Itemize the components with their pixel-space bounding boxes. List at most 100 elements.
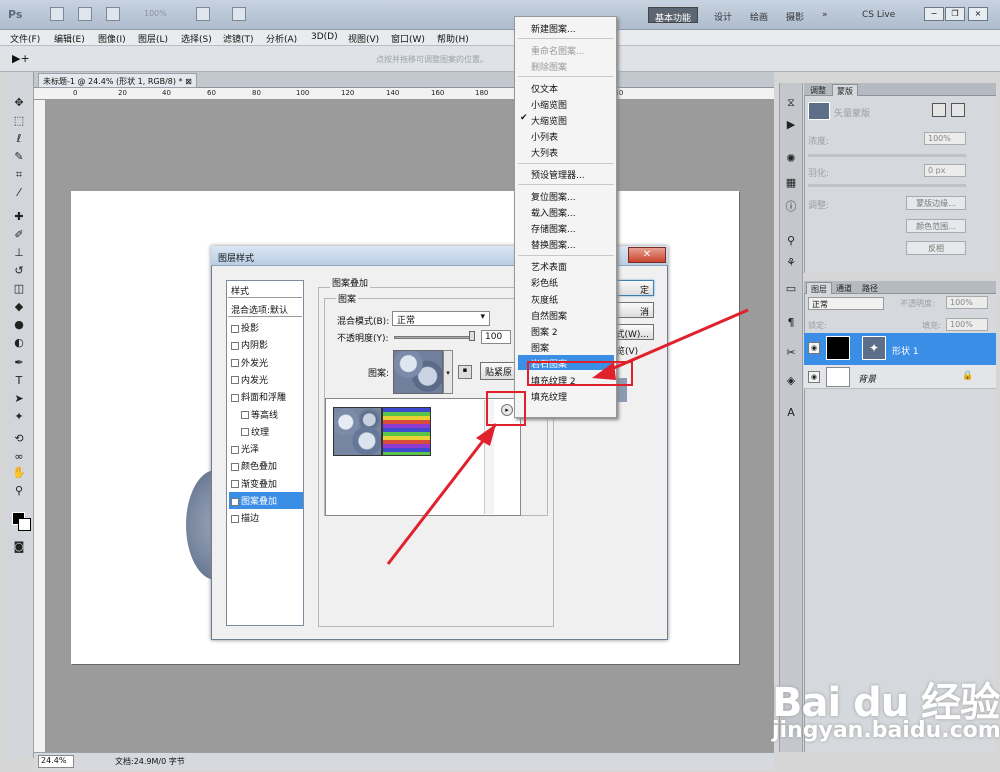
effect-item[interactable]: 内发光 — [229, 371, 303, 388]
close-button[interactable]: × — [968, 7, 988, 21]
tab-adjustments[interactable]: 调整 — [806, 84, 830, 96]
invert-button[interactable]: 反相 — [906, 241, 966, 255]
vector-mask-icon[interactable] — [951, 103, 965, 117]
effect-item[interactable]: 内阴影 — [229, 336, 303, 353]
menu-item[interactable]: 彩色纸 — [518, 274, 614, 289]
lasso-tool-icon[interactable]: ℓ — [10, 132, 28, 146]
menu-select[interactable]: 选择(S) — [181, 32, 212, 45]
tab-layers[interactable]: 图层 — [806, 282, 832, 294]
actions-panel-icon[interactable]: ▶ — [782, 118, 800, 132]
effect-item[interactable]: 渐变叠加 — [229, 475, 303, 492]
effect-checkbox[interactable] — [231, 514, 239, 523]
cs-live-button[interactable]: CS Live — [856, 7, 901, 23]
marquee-tool-icon[interactable]: ⬚ — [10, 114, 28, 128]
effect-checkbox[interactable] — [231, 480, 239, 489]
quick-mask-icon[interactable]: ◙ — [10, 540, 28, 554]
layer-name[interactable]: 背景 — [858, 372, 876, 385]
styles-header[interactable]: 样式 — [228, 282, 302, 298]
layer-fill-thumbnail[interactable] — [826, 336, 850, 360]
screen-mode-icon[interactable] — [232, 7, 246, 21]
menu-item[interactable]: 存储图案... — [518, 220, 614, 235]
menu-item[interactable]: 小缩览图 — [518, 96, 614, 111]
clone-stamp-tool-icon[interactable]: ⊥ — [10, 246, 28, 260]
density-slider[interactable] — [808, 154, 966, 157]
effect-item[interactable]: 等高线 — [229, 406, 303, 423]
swatches-panel-icon[interactable]: ▦ — [782, 176, 800, 190]
paragraph-panel-icon[interactable]: ¶ — [782, 316, 800, 330]
workspace-photography-button[interactable]: 摄影 — [780, 7, 810, 23]
effect-item[interactable]: 描边 — [229, 509, 303, 526]
eraser-tool-icon[interactable]: ◫ — [10, 282, 28, 296]
tab-paths[interactable]: 路径 — [858, 282, 882, 294]
quick-select-tool-icon[interactable]: ✎ — [10, 150, 28, 164]
effect-item[interactable]: 光泽 — [229, 440, 303, 457]
bridge-icon[interactable] — [50, 7, 64, 21]
menu-help[interactable]: 帮助(H) — [437, 32, 469, 45]
healing-brush-tool-icon[interactable]: ✚ — [10, 210, 28, 224]
effect-checkbox[interactable] — [231, 324, 239, 333]
effect-checkbox[interactable] — [231, 359, 239, 368]
tab-channels[interactable]: 通道 — [832, 282, 856, 294]
shape-tool-icon[interactable]: ✦ — [10, 410, 28, 424]
brush-panel-icon[interactable]: ⚲ — [782, 234, 800, 248]
zoom-field[interactable]: 24.4% — [38, 755, 74, 768]
visibility-eye-icon[interactable]: ◉ — [808, 342, 820, 354]
menu-filter[interactable]: 滤镜(T) — [223, 32, 254, 45]
menu-item[interactable]: ✔ 大缩览图 — [518, 112, 614, 127]
path-selection-tool-icon[interactable]: ➤ — [10, 392, 28, 406]
workspace-painting-button[interactable]: 绘画 — [744, 7, 774, 23]
pixel-mask-icon[interactable] — [932, 103, 946, 117]
menu-image[interactable]: 图像(I) — [98, 32, 126, 45]
menu-item[interactable]: 大列表 — [518, 144, 614, 159]
3d-panel-icon[interactable]: ▭ — [782, 282, 800, 296]
effect-checkbox[interactable] — [231, 341, 239, 350]
effect-checkbox[interactable] — [231, 376, 239, 385]
paint-bucket-tool-icon[interactable]: ◆ — [10, 300, 28, 314]
mini-bridge-icon[interactable] — [78, 7, 92, 21]
dialog-close-button[interactable]: ✕ — [628, 247, 666, 263]
layer-blend-mode-select[interactable]: 正常 — [808, 297, 884, 310]
arrange-documents-icon[interactable] — [196, 7, 210, 21]
dodge-tool-icon[interactable]: ◐ — [10, 336, 28, 350]
density-field[interactable]: 100% — [924, 132, 966, 145]
effect-checkbox[interactable] — [231, 462, 239, 471]
menu-edit[interactable]: 编辑(E) — [54, 32, 85, 45]
vector-mask-thumbnail[interactable]: ✦ — [862, 336, 886, 360]
brush-tool-icon[interactable]: ✐ — [10, 228, 28, 242]
menu-item[interactable]: 小列表 — [518, 128, 614, 143]
zoom-tool-icon[interactable]: ⚲ — [10, 484, 28, 498]
effect-checkbox[interactable] — [241, 411, 249, 419]
menu-item[interactable]: 仅文本 — [518, 80, 614, 95]
workspace-design-button[interactable]: 设计 — [708, 7, 738, 23]
layer-name[interactable]: 形状 1 — [892, 344, 919, 357]
mask-edge-button[interactable]: 蒙版边缘... — [906, 196, 966, 210]
tool-presets-icon[interactable]: ✂ — [782, 346, 800, 360]
eyedropper-tool-icon[interactable]: ⁄ — [10, 186, 28, 200]
menu-item[interactable]: 复位图案... — [518, 188, 614, 203]
menu-item[interactable]: 载入图案... — [518, 204, 614, 219]
effect-item[interactable]: 斜面和浮雕 — [229, 388, 303, 405]
info-panel-icon[interactable]: ⓘ — [782, 200, 800, 214]
effect-item[interactable]: 纹理 — [229, 423, 303, 440]
move-tool-preset-icon[interactable]: ▶+ — [12, 52, 30, 65]
menu-layer[interactable]: 图层(L) — [138, 32, 168, 45]
document-tab[interactable]: 未标题-1 @ 24.4% (形状 1, RGB/8) * ⊠ — [38, 73, 197, 88]
effect-checkbox[interactable]: ✓ — [231, 497, 239, 506]
pen-tool-icon[interactable]: ✒ — [10, 356, 28, 370]
history-panel-icon[interactable]: ⧖ — [782, 96, 800, 110]
feather-field[interactable]: 0 px — [924, 164, 966, 177]
effect-item[interactable]: ✓ 图案叠加 — [229, 492, 303, 509]
type-tool-icon[interactable]: T — [10, 374, 28, 388]
menu-item[interactable]: 替换图案... — [518, 236, 614, 251]
menu-item[interactable]: 预设管理器... — [518, 166, 614, 181]
move-tool-icon[interactable]: ✥ — [10, 96, 28, 110]
zoom-dropdown[interactable]: 100% — [144, 9, 167, 18]
workspace-basic-button[interactable]: 基本功能 — [648, 7, 699, 24]
menu-analysis[interactable]: 分析(A) — [266, 32, 297, 45]
feather-slider[interactable] — [808, 184, 966, 187]
menu-file[interactable]: 文件(F) — [10, 32, 40, 45]
close-tab-icon[interactable]: ⊠ — [185, 77, 192, 86]
styles-panel-icon[interactable]: ◈ — [782, 374, 800, 388]
effect-checkbox[interactable] — [231, 393, 239, 402]
minimize-button[interactable]: − — [924, 7, 944, 21]
